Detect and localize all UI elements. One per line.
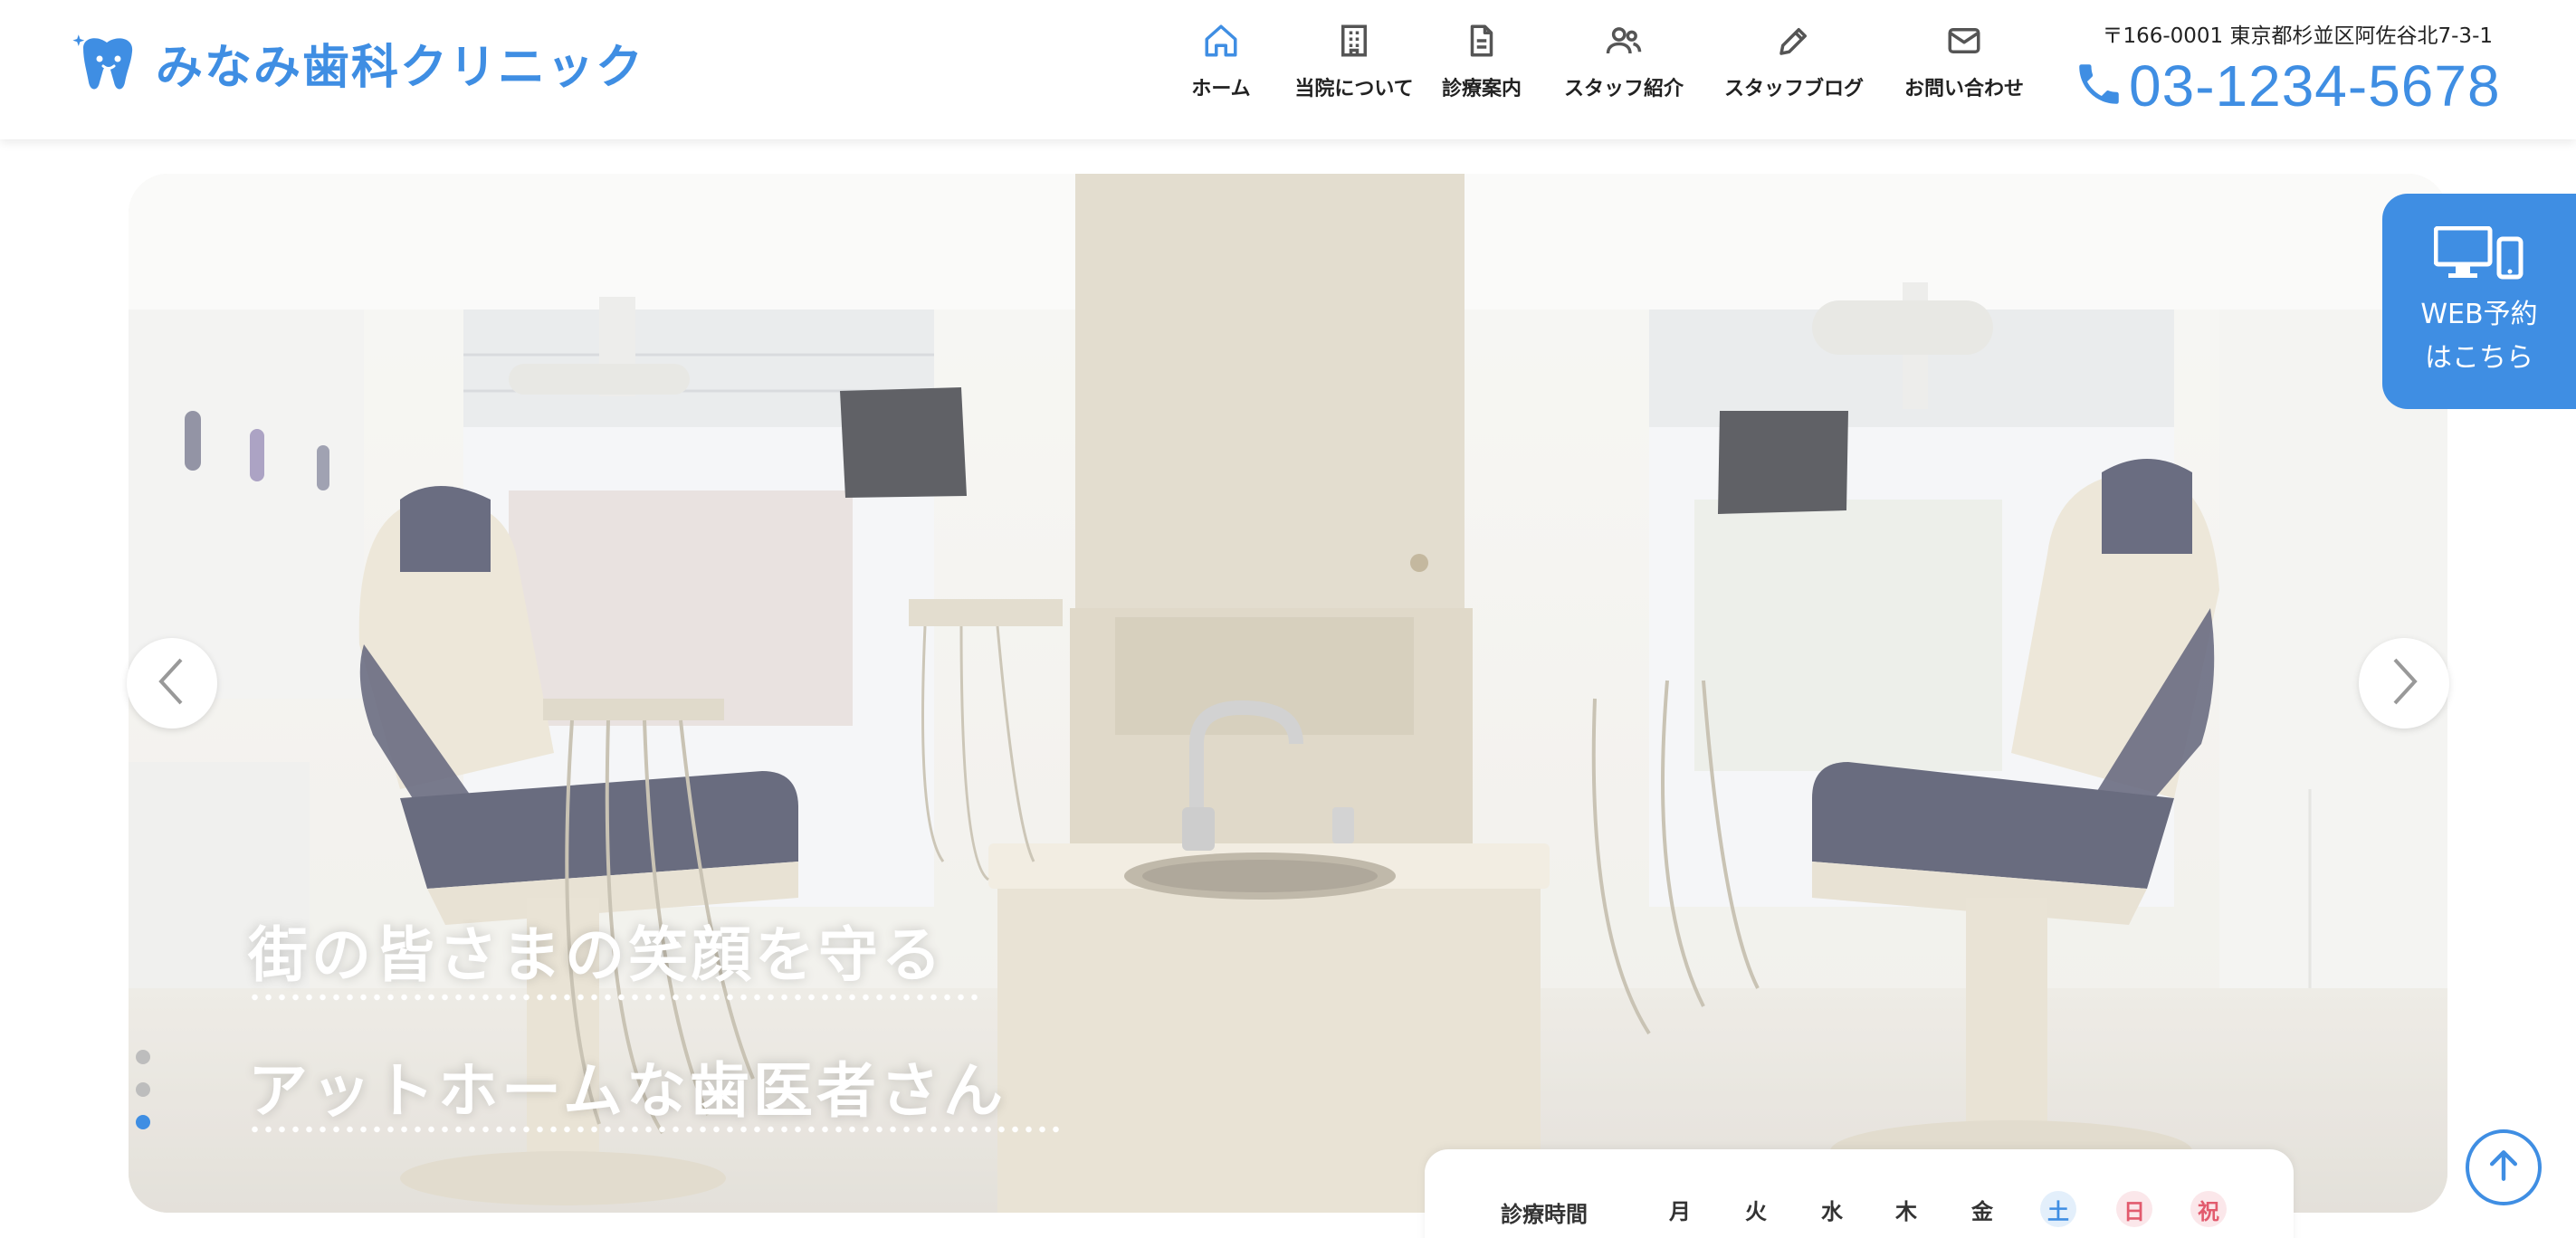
nav-staff[interactable]: スタッフ紹介 [1542, 20, 1705, 101]
hero-slider: 街の皆さまの笑顔を守る アットホームな歯医者さん [129, 174, 2447, 1213]
day-fri: 金 [1971, 1198, 1993, 1224]
web-reservation-line2: はこちら [2425, 342, 2533, 374]
day-thu: 木 [1895, 1198, 1917, 1224]
slider-prev-button[interactable] [127, 638, 217, 729]
slider-dot-active[interactable] [136, 1115, 150, 1129]
nav-contact-label: お問い合わせ [1903, 78, 2024, 100]
nav-blog[interactable]: スタッフブログ [1705, 20, 1883, 101]
people-icon [1603, 20, 1645, 62]
nav-treatment[interactable]: 診療案内 [1421, 20, 1542, 101]
nav-home[interactable]: ホーム [1155, 20, 1287, 101]
phone-number: 03-1234-5678 [2129, 53, 2501, 119]
web-reservation-line1: WEB予約 [2420, 299, 2538, 330]
devices-icon [2433, 225, 2524, 284]
clinic-hours-panel: 診療時間 月 火 水 木 金 土 日 祝 [1425, 1149, 2294, 1238]
day-sun: 日 [2116, 1191, 2152, 1227]
web-reservation-button[interactable]: WEB予約 はこちら [2382, 194, 2576, 409]
contact-info: 〒166-0001 東京都杉並区阿佐谷北7-3-1 03-1234-5678 [2073, 18, 2543, 119]
pencil-icon [1773, 20, 1815, 62]
chevron-left-icon [154, 656, 190, 710]
nav-treatment-label: 診療案内 [1441, 78, 1522, 100]
dotted-underline [248, 1126, 1063, 1133]
hero-catchphrase-line1: 街の皆さまの笑顔を守る [248, 920, 945, 990]
day-mon: 月 [1669, 1198, 1691, 1224]
phone-link[interactable]: 03-1234-5678 [2073, 52, 2543, 119]
tooth-logo-icon [71, 32, 143, 95]
nav-about-label: 当院について [1294, 78, 1414, 100]
day-tue: 火 [1745, 1198, 1767, 1224]
slider-dot[interactable] [136, 1082, 150, 1097]
back-to-top-button[interactable] [2466, 1129, 2542, 1205]
slider-next-button[interactable] [2359, 638, 2449, 729]
nav-contact[interactable]: お問い合わせ [1883, 20, 2046, 101]
site-header: みなみ歯科クリニック ホーム 当院について 診療案内 スタッフ紹介 スタッフブロ… [0, 0, 2576, 139]
clinic-address: 〒166-0001 東京都杉並区阿佐谷北7-3-1 [2102, 24, 2493, 48]
day-holiday: 祝 [2190, 1191, 2227, 1227]
nav-blog-label: スタッフブログ [1723, 78, 1864, 100]
phone-icon [2073, 58, 2125, 114]
chevron-right-icon [2386, 656, 2422, 710]
nav-staff-label: スタッフ紹介 [1563, 78, 1684, 100]
arrow-up-icon [2484, 1146, 2524, 1189]
building-icon [1333, 20, 1375, 62]
clinic-logo[interactable]: みなみ歯科クリニック [71, 29, 644, 97]
slider-dot[interactable] [136, 1050, 150, 1064]
hero-catchphrase-line2: アットホームな歯医者さん [248, 1056, 1007, 1126]
dotted-underline [248, 994, 981, 1001]
mail-icon [1943, 20, 1985, 62]
day-sat: 土 [2040, 1191, 2076, 1227]
clinic-name: みなみ歯科クリニック [156, 41, 645, 95]
main-nav: ホーム 当院について 診療案内 スタッフ紹介 スタッフブログ お問い合わせ [1155, 20, 2046, 101]
document-icon [1461, 20, 1503, 62]
home-icon [1200, 20, 1242, 62]
slider-pagination [136, 1050, 150, 1129]
hours-label: 診療時間 [1501, 1202, 1588, 1227]
nav-home-label: ホーム [1191, 78, 1251, 100]
nav-about[interactable]: 当院について [1287, 20, 1421, 101]
day-wed: 水 [1821, 1198, 1843, 1224]
